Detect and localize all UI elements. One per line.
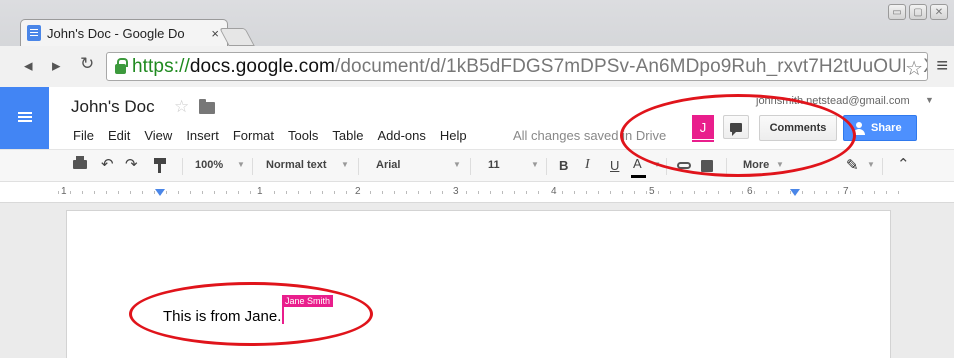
collaborator-cursor-flag: Jane Smith	[282, 295, 334, 307]
more-menu[interactable]: More	[743, 159, 769, 171]
browser-menu-icon[interactable]: ≡	[936, 55, 948, 78]
toolbar-divider	[252, 158, 253, 175]
docs-logo-icon	[17, 112, 32, 124]
paragraph-style-select[interactable]: Normal text	[266, 159, 327, 171]
chat-icon	[730, 122, 742, 136]
print-icon[interactable]	[73, 156, 87, 169]
chevron-down-icon: ▼	[453, 160, 461, 169]
menu-insert[interactable]: Insert	[186, 128, 219, 143]
italic-button[interactable]: I	[585, 157, 590, 173]
collaborator-avatar[interactable]: J	[692, 115, 714, 142]
forward-arrow-icon[interactable]: ▸	[52, 56, 61, 76]
menu-bar: File Edit View Insert Format Tools Table…	[73, 128, 481, 143]
toolbar-divider	[882, 158, 883, 175]
chevron-down-icon: ▼	[776, 160, 784, 169]
chevron-down-icon: ▼	[237, 160, 245, 169]
browser-tab[interactable]: John's Doc - Google Do ×	[20, 19, 228, 46]
comments-button[interactable]: Comments	[759, 115, 837, 141]
tab-title: John's Doc - Google Do	[47, 25, 185, 41]
docs-header: John's Doc ☆ File Edit View Insert Forma…	[0, 87, 954, 149]
document-title[interactable]: John's Doc	[71, 97, 155, 117]
navigation-bar: ◂ ▸ ↻ https://docs.google.com/document/d…	[0, 46, 954, 87]
font-size-select[interactable]: 11	[488, 159, 500, 171]
account-email[interactable]: johnsmith.netstead@gmail.com	[756, 95, 910, 107]
star-icon[interactable]: ☆	[174, 97, 189, 117]
redo-icon[interactable]: ↷	[125, 155, 138, 173]
folder-icon[interactable]	[199, 99, 215, 114]
lock-icon	[115, 58, 128, 74]
chevron-down-icon: ▼	[531, 160, 539, 169]
toolbar-divider	[666, 158, 667, 175]
document-page[interactable]: Jane Smith This is from Jane.	[66, 210, 891, 358]
insert-comment-icon[interactable]	[701, 160, 713, 172]
toolbar-divider	[470, 158, 471, 175]
ruler-number: 1	[256, 186, 264, 197]
menu-add-ons[interactable]: Add-ons	[377, 128, 425, 143]
url-text: https://docs.google.com/document/d/1kB5d…	[132, 55, 928, 77]
right-indent-marker[interactable]	[790, 189, 800, 196]
share-label: Share	[871, 122, 902, 134]
menu-file[interactable]: File	[73, 128, 94, 143]
menu-edit[interactable]: Edit	[108, 128, 130, 143]
menu-view[interactable]: View	[144, 128, 172, 143]
menu-tools[interactable]: Tools	[288, 128, 318, 143]
address-bar[interactable]: https://docs.google.com/document/d/1kB5d…	[106, 52, 928, 81]
ruler-number: 5	[648, 186, 656, 197]
account-caret-icon[interactable]: ▼	[925, 95, 934, 105]
minimize-button[interactable]: ▭	[888, 4, 906, 20]
left-indent-marker[interactable]	[155, 189, 165, 196]
window-controls: ▭ ▢ ✕	[888, 4, 948, 20]
docs-home-button[interactable]	[0, 87, 49, 149]
font-select[interactable]: Arial	[376, 159, 400, 171]
chevron-down-icon: ▼	[653, 160, 661, 169]
toolbar-divider	[546, 158, 547, 175]
share-button[interactable]: Share	[843, 115, 917, 141]
reload-icon[interactable]: ↻	[80, 54, 94, 74]
ruler-number: 6	[746, 186, 754, 197]
ruler-number: 3	[452, 186, 460, 197]
toolbar-divider	[358, 158, 359, 175]
back-arrow-icon[interactable]: ◂	[24, 56, 33, 76]
ruler-track	[58, 187, 908, 198]
ruler: 1 1 2 3 4 5 6 7	[0, 182, 954, 203]
text-color-button[interactable]: A	[633, 156, 642, 171]
document-body-text[interactable]: This is from Jane.	[163, 306, 285, 325]
toolbar-divider	[182, 158, 183, 175]
maximize-button[interactable]: ▢	[909, 4, 927, 20]
document-canvas: Jane Smith This is from Jane.	[0, 203, 954, 358]
docs-favicon-icon	[27, 25, 41, 41]
chevron-down-icon: ▼	[867, 160, 875, 169]
tab-close-icon[interactable]: ×	[211, 26, 219, 41]
ruler-number: 7	[842, 186, 850, 197]
save-status[interactable]: All changes saved in Drive	[513, 128, 666, 143]
text-color-swatch	[631, 175, 646, 178]
bookmark-star-icon[interactable]: ☆	[905, 56, 923, 80]
undo-icon[interactable]: ↶	[101, 155, 114, 173]
menu-format[interactable]: Format	[233, 128, 274, 143]
browser-chrome: John's Doc - Google Do × ▭ ▢ ✕ ◂ ▸ ↻ htt…	[0, 0, 954, 87]
ruler-number: 2	[354, 186, 362, 197]
chat-button[interactable]	[723, 115, 749, 139]
pen-icon[interactable]: ✎	[846, 156, 859, 174]
person-icon	[853, 121, 866, 135]
bold-button[interactable]: B	[559, 158, 568, 173]
menu-help[interactable]: Help	[440, 128, 467, 143]
ruler-number: 4	[550, 186, 558, 197]
collapse-icon[interactable]: ⌃	[897, 155, 910, 173]
chevron-down-icon: ▼	[341, 160, 349, 169]
toolbar-divider	[726, 158, 727, 175]
menu-table[interactable]: Table	[332, 128, 363, 143]
close-window-button[interactable]: ✕	[930, 4, 948, 20]
collaborator-cursor	[282, 306, 285, 324]
zoom-select[interactable]: 100%	[195, 159, 223, 171]
ruler-number: 1	[60, 186, 68, 197]
underline-button[interactable]: U	[610, 158, 619, 173]
link-icon[interactable]	[677, 162, 691, 169]
formatting-toolbar: ↶ ↷ 100% ▼ Normal text ▼ Arial ▼ 11 ▼ B …	[0, 149, 954, 182]
paint-format-icon[interactable]	[154, 158, 166, 173]
